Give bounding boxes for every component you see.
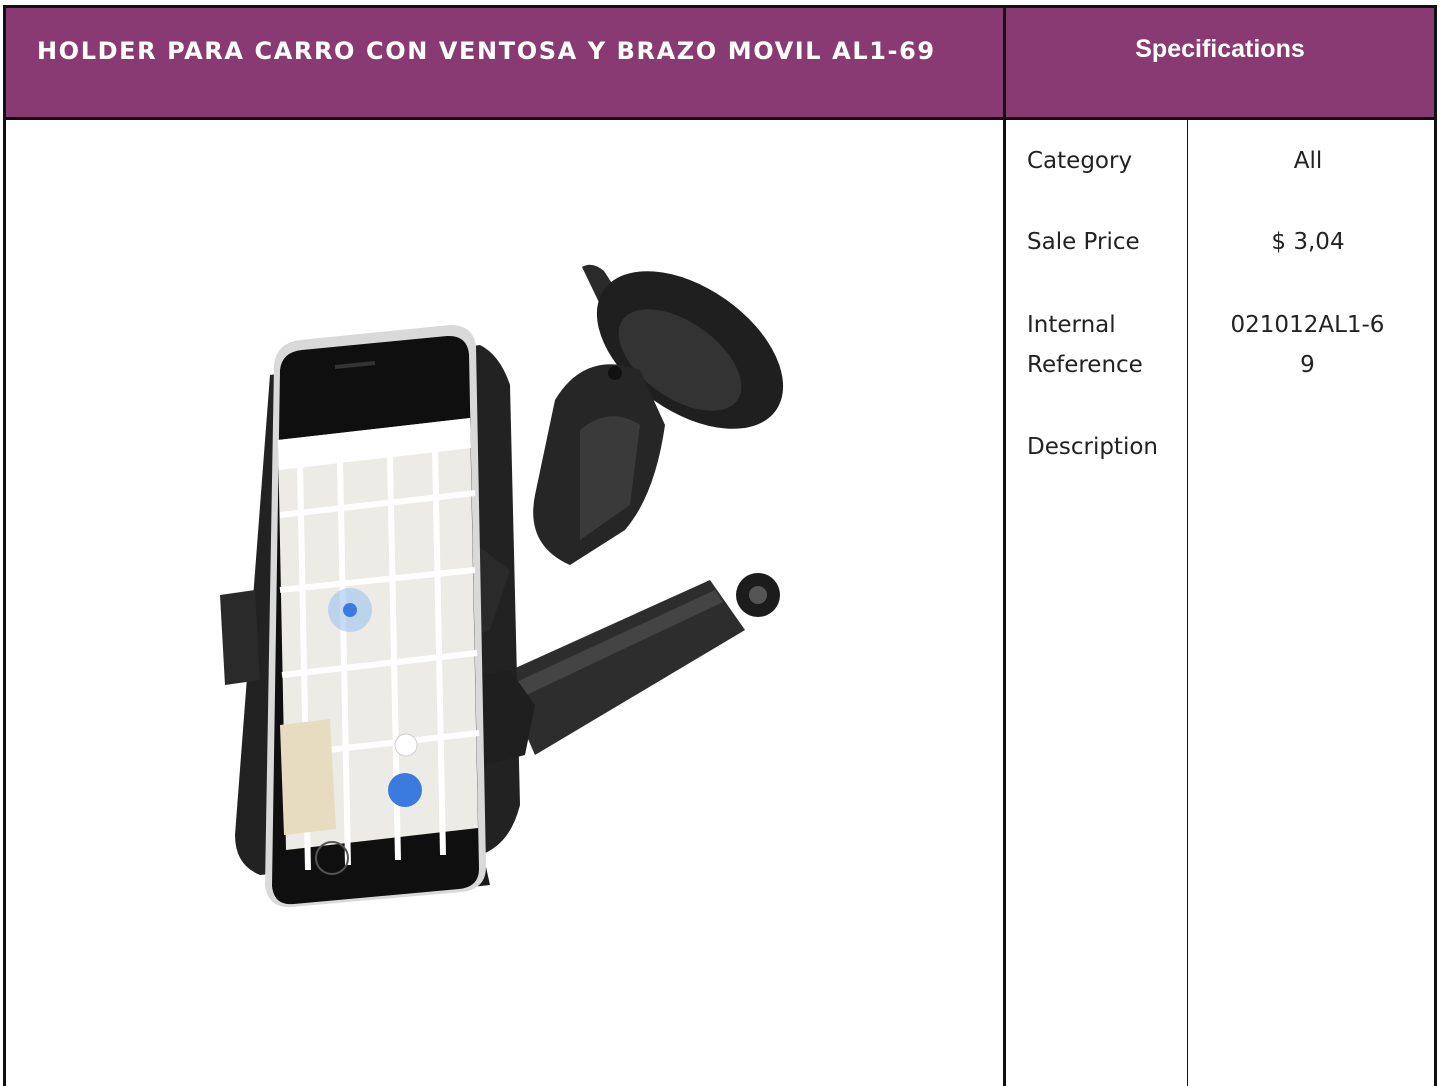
product-title: HOLDER PARA CARRO CON VENTOSA Y BRAZO MO… xyxy=(37,37,936,65)
product-title-header: HOLDER PARA CARRO CON VENTOSA Y BRAZO MO… xyxy=(3,5,1006,120)
spec-label-internal-reference: Internal Reference xyxy=(1027,312,1143,378)
right-border xyxy=(1434,118,1437,1086)
spec-value-category: All xyxy=(1293,148,1323,174)
product-photo xyxy=(220,264,784,908)
spec-column-divider xyxy=(1187,118,1188,1086)
spec-label-category: Category xyxy=(1027,148,1133,174)
spec-value-internal-reference: 021012AL1-69 xyxy=(1230,312,1385,378)
specifications-heading: Specifications xyxy=(1135,35,1305,63)
spec-value-sale-price: $ 3,04 xyxy=(1271,229,1345,255)
specifications-header: Specifications xyxy=(1003,5,1437,120)
left-border xyxy=(3,118,6,1086)
spec-label-sale-price: Sale Price xyxy=(1027,229,1140,255)
product-sheet: HOLDER PARA CARRO CON VENTOSA Y BRAZO MO… xyxy=(0,0,1442,1086)
spec-label-description: Description xyxy=(1027,434,1158,460)
image-column-divider xyxy=(1003,118,1006,1086)
